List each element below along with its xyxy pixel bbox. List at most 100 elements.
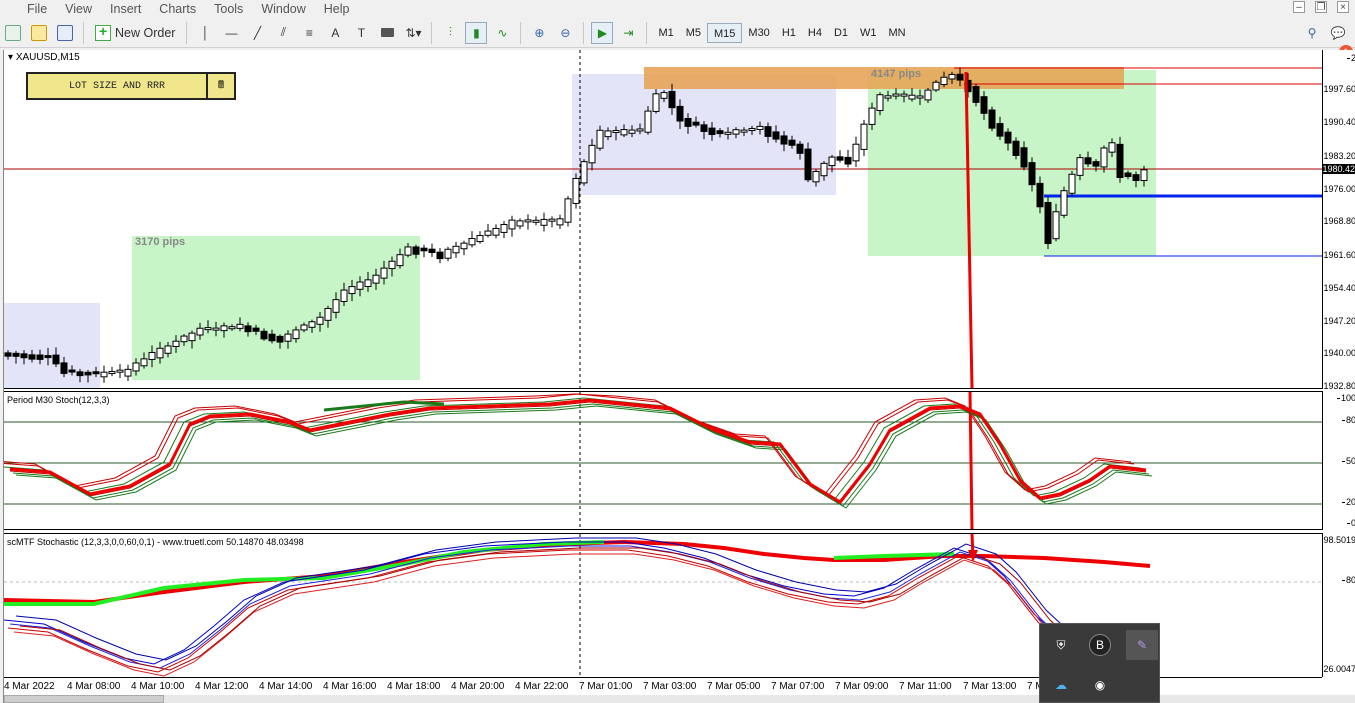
time-label: 7 Mar 09:00 bbox=[835, 681, 889, 692]
mtf-stochastic-title: scMTF Stochastic (12,3,3,0,0,60,0,1) - w… bbox=[7, 537, 304, 547]
candle-body bbox=[20, 353, 28, 359]
candle-body bbox=[612, 129, 620, 133]
new-order-button[interactable]: New Order bbox=[91, 22, 179, 44]
candle-body bbox=[636, 128, 644, 132]
autoscroll-button[interactable]: ▶ bbox=[591, 21, 614, 44]
timeframe-m30[interactable]: M30 bbox=[742, 23, 775, 43]
time-label: 4 Mar 14:00 bbox=[259, 681, 313, 692]
cloud-icon[interactable]: ☁ bbox=[1050, 674, 1072, 696]
candle-body bbox=[164, 345, 172, 354]
profiles-icon bbox=[31, 24, 47, 41]
price-tick: 1983.20 bbox=[1323, 151, 1355, 161]
candle-body bbox=[772, 131, 780, 140]
navigator-button[interactable] bbox=[54, 22, 76, 44]
zoom-in-button[interactable]: ⊕ bbox=[528, 22, 550, 44]
bybit-icon[interactable]: B bbox=[1089, 634, 1111, 656]
menu-file[interactable]: File bbox=[0, 0, 56, 18]
candle-body bbox=[644, 110, 652, 133]
pips-label-2: 4147 pips bbox=[871, 68, 922, 80]
bar-chart-button[interactable]: ⫶ bbox=[439, 22, 461, 44]
candle-body bbox=[684, 117, 692, 127]
price-tick: 1940.00 bbox=[1323, 348, 1355, 358]
menu-window[interactable]: Window bbox=[252, 0, 314, 18]
profiles-button[interactable] bbox=[28, 22, 50, 44]
candle-body bbox=[124, 368, 132, 377]
text-label-button[interactable]: T bbox=[350, 22, 372, 44]
time-label: 7 Mar 11:00 bbox=[899, 681, 952, 692]
timeframe-m5[interactable]: M5 bbox=[680, 23, 707, 43]
stochastic-svg bbox=[4, 392, 1322, 529]
channel-button[interactable]: ⫽ bbox=[272, 22, 294, 44]
current-price-tag: 1980.42 bbox=[1322, 164, 1355, 174]
candle-body bbox=[1092, 161, 1100, 167]
candle-body bbox=[100, 371, 108, 378]
candlestick-button[interactable]: ▮ bbox=[465, 21, 488, 44]
text-button[interactable]: A bbox=[324, 22, 346, 44]
candle-body bbox=[844, 156, 852, 165]
candle-body bbox=[884, 95, 892, 99]
timeframe-w1[interactable]: W1 bbox=[854, 23, 883, 43]
time-label: 4 Mar 22:00 bbox=[515, 681, 569, 692]
stochastic-axis: 100 80 50 20 0 bbox=[1322, 391, 1355, 530]
discord-icon[interactable]: ◉ bbox=[1089, 674, 1111, 696]
candle-body bbox=[172, 340, 180, 348]
range-zone-1 bbox=[4, 303, 100, 388]
scrollbar-thumb[interactable] bbox=[4, 695, 164, 703]
menu-insert[interactable]: Insert bbox=[101, 0, 150, 18]
candle-body bbox=[484, 230, 492, 236]
timeframe-m1[interactable]: M1 bbox=[652, 23, 679, 43]
price-pane[interactable]: ▾ XAUUSD,M15 LOT SIZE AND RRR 🖩 3170 pip… bbox=[4, 50, 1322, 389]
stochastic-pane[interactable]: Period M30 Stoch(12,3,3) bbox=[4, 391, 1322, 530]
search-button[interactable]: ⚲ bbox=[1301, 22, 1323, 44]
timeframe-m15[interactable]: M15 bbox=[707, 22, 743, 43]
timeframe-h4[interactable]: H4 bbox=[802, 23, 828, 43]
mtf-stochastic-lines bbox=[4, 537, 1151, 677]
shapes-button[interactable] bbox=[376, 22, 398, 44]
candle-body bbox=[804, 148, 812, 181]
chart-window[interactable]: ▾ XAUUSD,M15 LOT SIZE AND RRR 🖩 3170 pip… bbox=[3, 50, 1355, 703]
candle-body bbox=[460, 242, 468, 250]
toolbar-separator bbox=[431, 21, 433, 44]
shield-icon[interactable]: ⛨ bbox=[1050, 634, 1072, 656]
feather-icon[interactable]: ✎ bbox=[1126, 630, 1158, 660]
restore-icon[interactable]: ❐ bbox=[1315, 1, 1327, 13]
timeframe-mn[interactable]: MN bbox=[883, 23, 912, 43]
vertical-line-button[interactable]: │ bbox=[194, 22, 216, 44]
candle-body bbox=[1124, 172, 1132, 178]
menu-view[interactable]: View bbox=[56, 0, 101, 18]
zoom-out-button[interactable]: ⊖ bbox=[554, 22, 576, 44]
fibonacci-button[interactable]: ≡ bbox=[298, 22, 320, 44]
lot-size-button[interactable]: LOT SIZE AND RRR bbox=[28, 74, 208, 98]
candle-body bbox=[692, 121, 700, 126]
mtf-slow-line bbox=[4, 539, 1151, 605]
toolbar-separator bbox=[520, 21, 522, 44]
notifications-button[interactable]: 💬 bbox=[1327, 22, 1349, 44]
trendline-button[interactable]: ╱ bbox=[246, 22, 268, 44]
menu-help[interactable]: Help bbox=[315, 0, 359, 18]
time-label: 7 Mar 05:00 bbox=[707, 681, 761, 692]
horizontal-line-button[interactable]: — bbox=[220, 22, 242, 44]
close-icon[interactable]: × bbox=[1337, 1, 1349, 13]
candle-body bbox=[740, 129, 748, 133]
candle-body bbox=[140, 358, 148, 367]
candle-body bbox=[380, 267, 388, 279]
timeframe-d1[interactable]: D1 bbox=[828, 23, 854, 43]
menu-tools[interactable]: Tools bbox=[205, 0, 252, 18]
price-tick: 2 bbox=[1346, 53, 1355, 63]
timeframe-h1[interactable]: H1 bbox=[776, 23, 802, 43]
candle-body bbox=[548, 218, 556, 222]
candle-body bbox=[260, 330, 268, 340]
candle-body bbox=[1060, 190, 1068, 216]
chart-shift-button[interactable]: ⇥ bbox=[617, 22, 639, 44]
time-label: 4 Mar 18:00 bbox=[387, 681, 441, 692]
new-chart-button[interactable] bbox=[2, 22, 24, 44]
menu-charts[interactable]: Charts bbox=[150, 0, 205, 18]
candle-body bbox=[836, 156, 844, 161]
line-chart-button[interactable]: ∿ bbox=[491, 22, 513, 44]
candle-body bbox=[340, 289, 348, 302]
arrows-dropdown[interactable]: ⇅▾ bbox=[402, 22, 424, 44]
minimize-icon[interactable]: – bbox=[1293, 1, 1305, 13]
candle-body bbox=[676, 105, 684, 122]
calculator-icon[interactable]: 🖩 bbox=[208, 74, 234, 98]
candle-body bbox=[892, 93, 900, 97]
